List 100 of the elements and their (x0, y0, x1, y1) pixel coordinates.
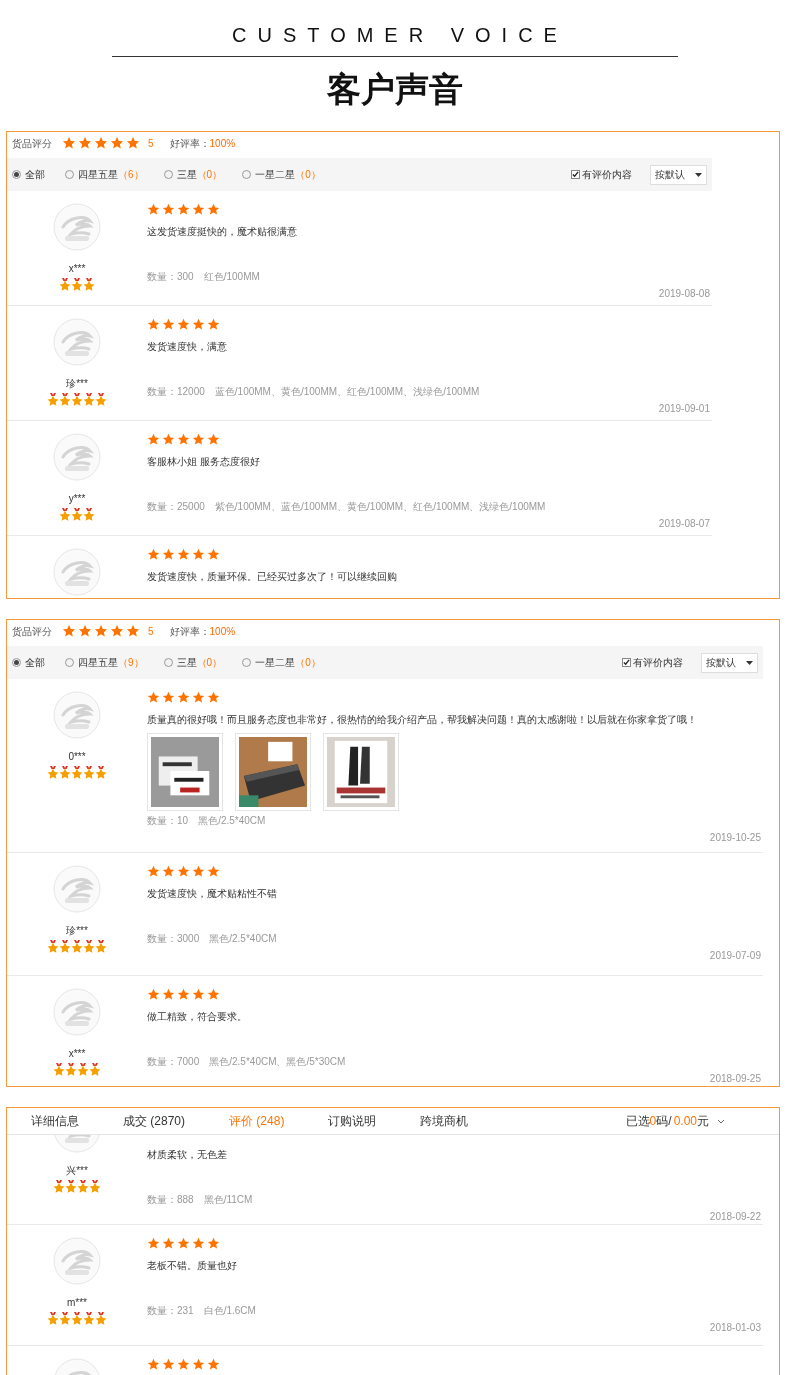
medal-icon (77, 1180, 89, 1193)
star-icon (177, 318, 190, 331)
star-icon (177, 433, 190, 446)
checkbox[interactable] (571, 170, 580, 179)
star-icon (192, 433, 205, 446)
checkbox[interactable] (622, 658, 631, 667)
medal-icon (71, 278, 83, 291)
sort-dropdown[interactable]: 按默认 (701, 652, 758, 673)
quantity: 数量：12000 (147, 385, 205, 399)
avatar-icon (53, 548, 101, 596)
quantity: 数量：3000 (147, 932, 200, 946)
medal-icon (89, 1180, 101, 1193)
review-date: 2019-08-07 (658, 517, 710, 531)
medal-icon (89, 1063, 101, 1076)
medal-icon (83, 508, 95, 521)
sort-dropdown[interactable]: 按默认 (650, 164, 707, 185)
radio-button[interactable] (65, 170, 74, 179)
tab[interactable]: 订购说明 (328, 1112, 377, 1130)
star-icon (192, 203, 205, 216)
quantity: 数量：231 (147, 1304, 194, 1318)
radio-button[interactable] (12, 658, 21, 667)
filter-option[interactable]: 三星（0） (176, 655, 223, 670)
radio-button[interactable] (12, 170, 21, 179)
star-icon (62, 136, 76, 150)
star-icon (110, 136, 124, 150)
filter-option[interactable]: 一星二星（0） (255, 655, 321, 670)
star-icon (162, 433, 175, 446)
star-icon (126, 624, 140, 638)
avatar-icon (53, 433, 101, 481)
medal-icon (59, 1312, 71, 1325)
selection-summary[interactable]: 已选0码/ 0.00元 (625, 1112, 725, 1130)
quantity: 数量：7000 (147, 1055, 200, 1069)
medal-icon (65, 1063, 77, 1076)
radio-button[interactable] (65, 658, 74, 667)
product-specs: 黑色/11CM (203, 1193, 253, 1207)
filter-option[interactable]: 全部 (25, 655, 45, 670)
star-icon (162, 1237, 175, 1250)
star-icon (94, 136, 108, 150)
user-name: x*** (68, 262, 86, 276)
star-icon (126, 136, 140, 150)
photo-thumbnail[interactable] (323, 733, 399, 811)
medal-icon (53, 1180, 65, 1193)
photo-thumbnail[interactable] (235, 733, 311, 811)
review-comment: 老板不错。质量也好 (147, 1259, 238, 1273)
checkbox-label: 有评价内容 (633, 656, 683, 670)
filter-option[interactable]: 一星二星（0） (255, 167, 321, 182)
radio-button[interactable] (242, 170, 252, 179)
filter-option[interactable]: 四星五星（9） (78, 655, 144, 670)
filter-option[interactable]: 全部 (25, 167, 45, 182)
star-icon (147, 433, 160, 446)
star-icon (177, 203, 190, 216)
star-icon (207, 691, 220, 704)
star-icon (177, 548, 190, 561)
filter-option[interactable]: 四星五星（6） (78, 167, 144, 182)
star-icon (147, 1237, 160, 1250)
review-comment: 发货速度快，质量环保。已经买过多次了！可以继续回购 (147, 570, 398, 584)
review-comment: 质量真的很好哦！而且服务态度也非常好，很热情的给我介绍产品，帮我解决问题！真的太感谢啦！以后就在你家拿货了哦！ (147, 713, 698, 727)
medal-icon (65, 1180, 77, 1193)
avatar-icon (53, 988, 101, 1036)
user-name: m*** (67, 1296, 87, 1310)
star-icon (207, 865, 220, 878)
star-icon (207, 988, 220, 1001)
photo-thumbnail[interactable] (147, 733, 223, 811)
star-icon (192, 691, 205, 704)
user-name: 0*** (68, 750, 86, 764)
tab[interactable]: 详细信息 (31, 1112, 79, 1130)
review-comment: 发货速度快，满意 (147, 340, 228, 354)
star-icon (177, 865, 190, 878)
filter-option[interactable]: 三星（0） (176, 167, 223, 182)
chevron-down-icon (717, 1118, 725, 1124)
radio-button[interactable] (163, 658, 173, 667)
star-icon (162, 548, 175, 561)
review-date: 2019-09-01 (658, 402, 710, 416)
star-icon (192, 865, 205, 878)
star-icon (162, 691, 175, 704)
tab[interactable]: 成交 (2870) (123, 1112, 186, 1130)
product-specs: 红色/100MM (203, 270, 260, 284)
tab[interactable]: 跨境商机 (420, 1112, 469, 1130)
star-icon (207, 203, 220, 216)
caret-icon (695, 172, 702, 177)
review-date: 2019-07-09 (709, 949, 761, 963)
product-specs: 黑色/2.5*40CM (209, 932, 277, 946)
positive-rate: 100% (209, 624, 236, 639)
score-value: 5 (148, 136, 154, 151)
review-comment: 这发货速度挺快的，魔术贴很满意 (147, 225, 298, 239)
positive-rate-label: 好评率： (169, 624, 210, 639)
star-icon (177, 1237, 190, 1250)
avatar-icon (53, 1237, 101, 1285)
medal-icon (83, 393, 95, 406)
medal-icon (47, 1312, 59, 1325)
quantity: 数量：300 (147, 270, 194, 284)
user-name: 兴*** (66, 1164, 88, 1178)
positive-rate-label: 好评率： (169, 136, 210, 151)
review-comment: 发货速度快，魔术贴粘性不错 (147, 887, 278, 901)
product-specs: 黑色/2.5*40CM、黑色/5*30CM (209, 1055, 346, 1069)
star-icon (147, 865, 160, 878)
radio-button[interactable] (242, 658, 252, 667)
medal-icon (59, 278, 71, 291)
star-icon (78, 136, 92, 150)
radio-button[interactable] (163, 170, 173, 179)
